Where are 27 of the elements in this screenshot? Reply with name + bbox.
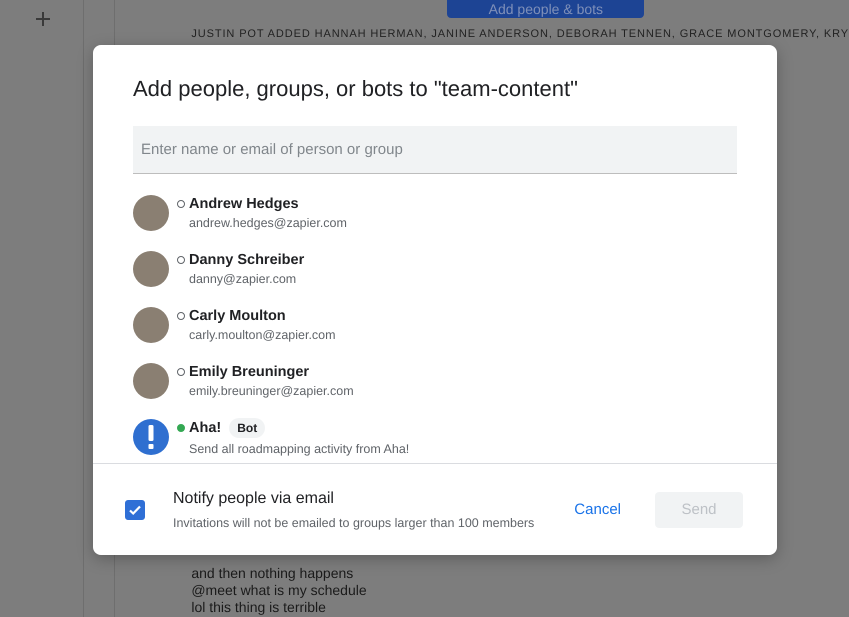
person-name[interactable]: Andrew Hedges (189, 196, 299, 212)
person-name[interactable]: Carly Moulton (189, 308, 286, 324)
person-name[interactable]: Danny Schreiber (189, 252, 304, 268)
person-name[interactable]: Aha! (189, 420, 222, 436)
avatar (133, 251, 169, 287)
cancel-button[interactable]: Cancel (564, 493, 631, 526)
bot-badge: Bot (229, 418, 266, 438)
chat-message: lol this thing is terrible (191, 599, 327, 616)
add-icon[interactable] (34, 11, 51, 27)
person-detail: andrew.hedges@zapier.com (189, 216, 347, 230)
avatar (133, 195, 169, 231)
notify-checkbox[interactable] (125, 500, 145, 520)
system-message: JUSTIN POT ADDED HANNAH HERMAN, JANINE ANDERSON, DEBORAH TENNEN, GRACE MONTGOMERY, KRY (191, 28, 849, 40)
notify-label: Notify people via email (173, 490, 335, 508)
search-field[interactable]: Enter name or email of person or group (133, 126, 737, 174)
person-detail: danny@zapier.com (189, 272, 298, 286)
chat-message: @meet what is my schedule (191, 582, 368, 599)
chat-message: and then nothing happens (191, 565, 354, 582)
person-detail: carly.moulton@zapier.com (189, 328, 336, 342)
avatar (133, 307, 169, 343)
avatar (133, 363, 169, 399)
dialog-title: Add people, groups, or bots to "team-content" (133, 76, 579, 103)
person-name[interactable]: Emily Breuninger (189, 364, 310, 380)
notify-note: Invitations will not be emailed to groups larger than 100 members (173, 516, 536, 530)
exclamation-icon (133, 419, 169, 455)
person-detail: emily.breuninger@zapier.com (189, 384, 354, 398)
person-detail: Send all roadmapping activity from Aha! (189, 442, 410, 456)
